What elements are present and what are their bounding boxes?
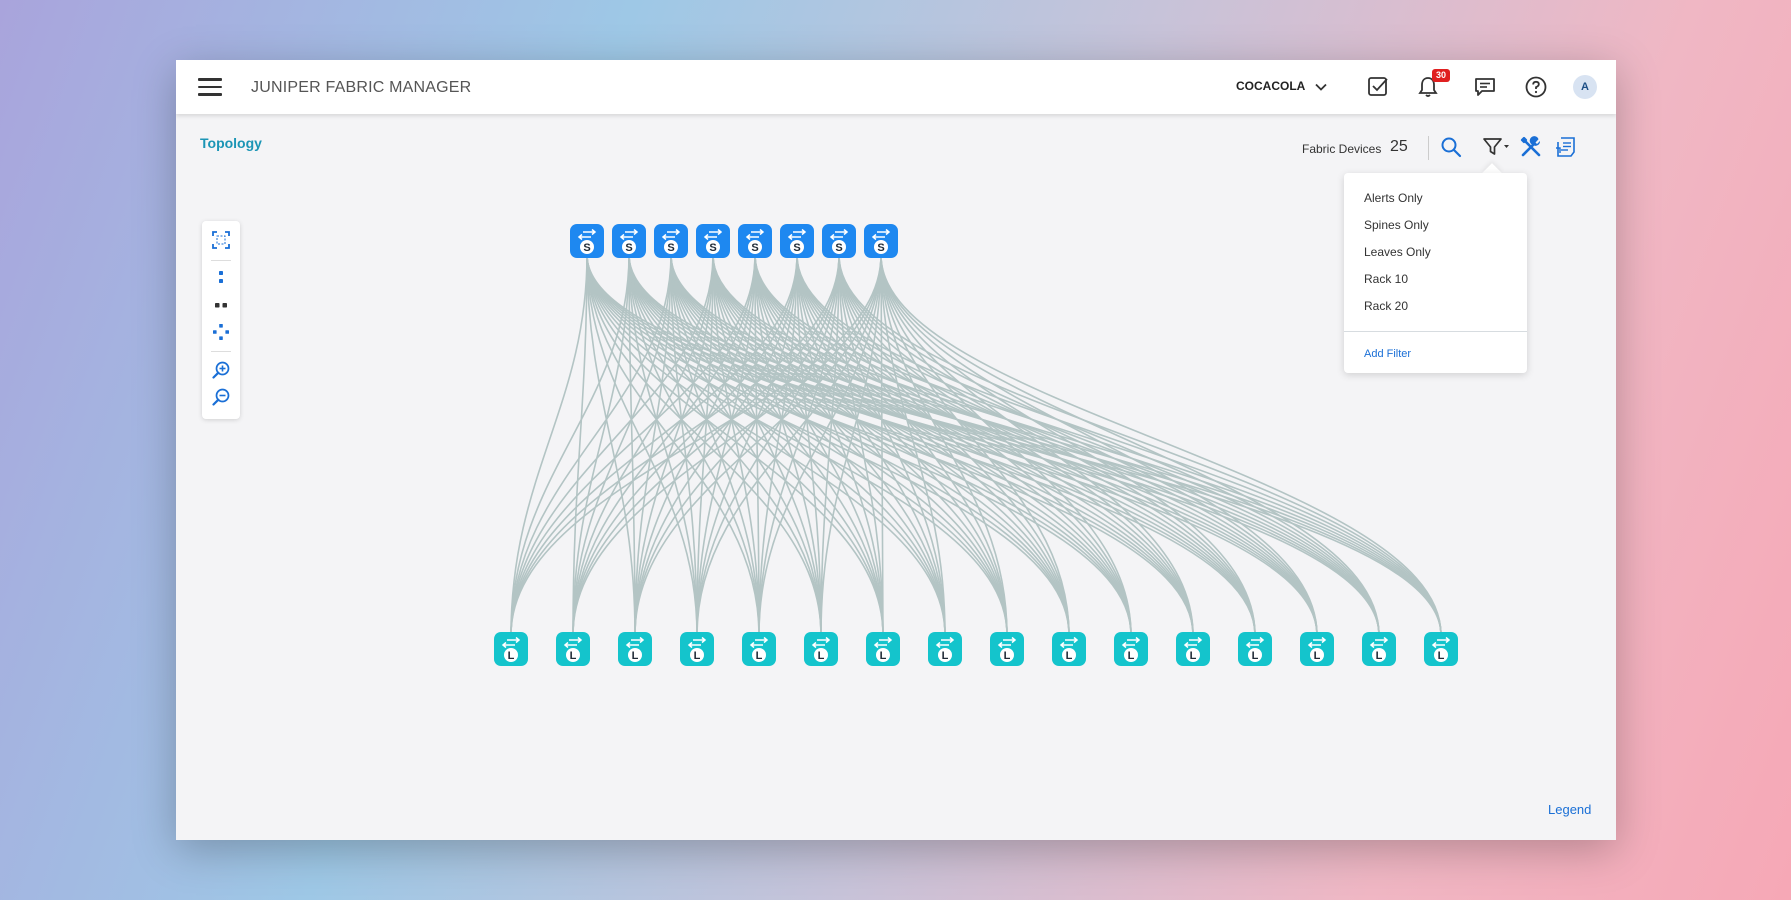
- leaf-node[interactable]: L: [680, 632, 714, 666]
- leaf-node-label: L: [694, 650, 701, 662]
- leaf-node-label: L: [1066, 650, 1073, 662]
- leaf-nodes: LLLLLLLLLLLLLLLL: [494, 632, 1458, 666]
- spine-node-label: S: [835, 242, 842, 254]
- leaf-node-label: L: [1004, 650, 1011, 662]
- spine-node[interactable]: S: [570, 224, 604, 258]
- leaf-node[interactable]: L: [1238, 632, 1272, 666]
- leaf-node[interactable]: L: [1424, 632, 1458, 666]
- filter-dropdown: Alerts Only Spines Only Leaves Only Rack…: [1344, 173, 1527, 373]
- filter-option-rack-20[interactable]: Rack 20: [1364, 299, 1408, 313]
- leaf-node[interactable]: L: [742, 632, 776, 666]
- filter-option-rack-10[interactable]: Rack 10: [1364, 272, 1408, 286]
- leaf-node[interactable]: L: [494, 632, 528, 666]
- leaf-node-label: L: [756, 650, 763, 662]
- spine-node-label: S: [625, 242, 632, 254]
- filter-option-spines-only[interactable]: Spines Only: [1364, 218, 1429, 232]
- spine-node[interactable]: S: [654, 224, 688, 258]
- spine-node[interactable]: S: [696, 224, 730, 258]
- leaf-node-label: L: [1128, 650, 1135, 662]
- spine-node-label: S: [751, 242, 758, 254]
- leaf-node[interactable]: L: [1052, 632, 1086, 666]
- leaf-node[interactable]: L: [618, 632, 652, 666]
- leaf-node[interactable]: L: [1114, 632, 1148, 666]
- leaf-node-label: L: [1438, 650, 1445, 662]
- leaf-node-label: L: [1314, 650, 1321, 662]
- spine-nodes: SSSSSSSS: [570, 224, 898, 258]
- spine-node-label: S: [583, 242, 590, 254]
- legend-link[interactable]: Legend: [1548, 802, 1591, 817]
- app-window: JUNIPER FABRIC MANAGER COCACOLA 30 A Top…: [176, 60, 1616, 840]
- leaf-node-label: L: [880, 650, 887, 662]
- filter-option-alerts-only[interactable]: Alerts Only: [1364, 191, 1423, 205]
- topology-link: [510, 254, 672, 636]
- filter-option-leaves-only[interactable]: Leaves Only: [1364, 245, 1431, 259]
- spine-node-label: S: [793, 242, 800, 254]
- add-filter-link[interactable]: Add Filter: [1364, 348, 1411, 360]
- spine-node[interactable]: S: [780, 224, 814, 258]
- leaf-node[interactable]: L: [928, 632, 962, 666]
- spine-node[interactable]: S: [612, 224, 646, 258]
- leaf-node[interactable]: L: [866, 632, 900, 666]
- leaf-node-label: L: [1190, 650, 1197, 662]
- leaf-node-label: L: [508, 650, 515, 662]
- leaf-node-label: L: [1376, 650, 1383, 662]
- spine-node[interactable]: S: [738, 224, 772, 258]
- spine-node[interactable]: S: [822, 224, 856, 258]
- leaf-node[interactable]: L: [804, 632, 838, 666]
- leaf-node[interactable]: L: [1300, 632, 1334, 666]
- spine-node[interactable]: S: [864, 224, 898, 258]
- leaf-node-label: L: [1252, 650, 1259, 662]
- spine-node-label: S: [667, 242, 674, 254]
- leaf-node[interactable]: L: [556, 632, 590, 666]
- dropdown-divider: [1344, 331, 1527, 332]
- leaf-node-label: L: [570, 650, 577, 662]
- leaf-node-label: L: [818, 650, 825, 662]
- leaf-node[interactable]: L: [990, 632, 1024, 666]
- leaf-node[interactable]: L: [1176, 632, 1210, 666]
- leaf-node[interactable]: L: [1362, 632, 1396, 666]
- leaf-node-label: L: [632, 650, 639, 662]
- spine-node-label: S: [709, 242, 716, 254]
- leaf-node-label: L: [942, 650, 949, 662]
- spine-node-label: S: [877, 242, 884, 254]
- topology-links: [510, 254, 1442, 636]
